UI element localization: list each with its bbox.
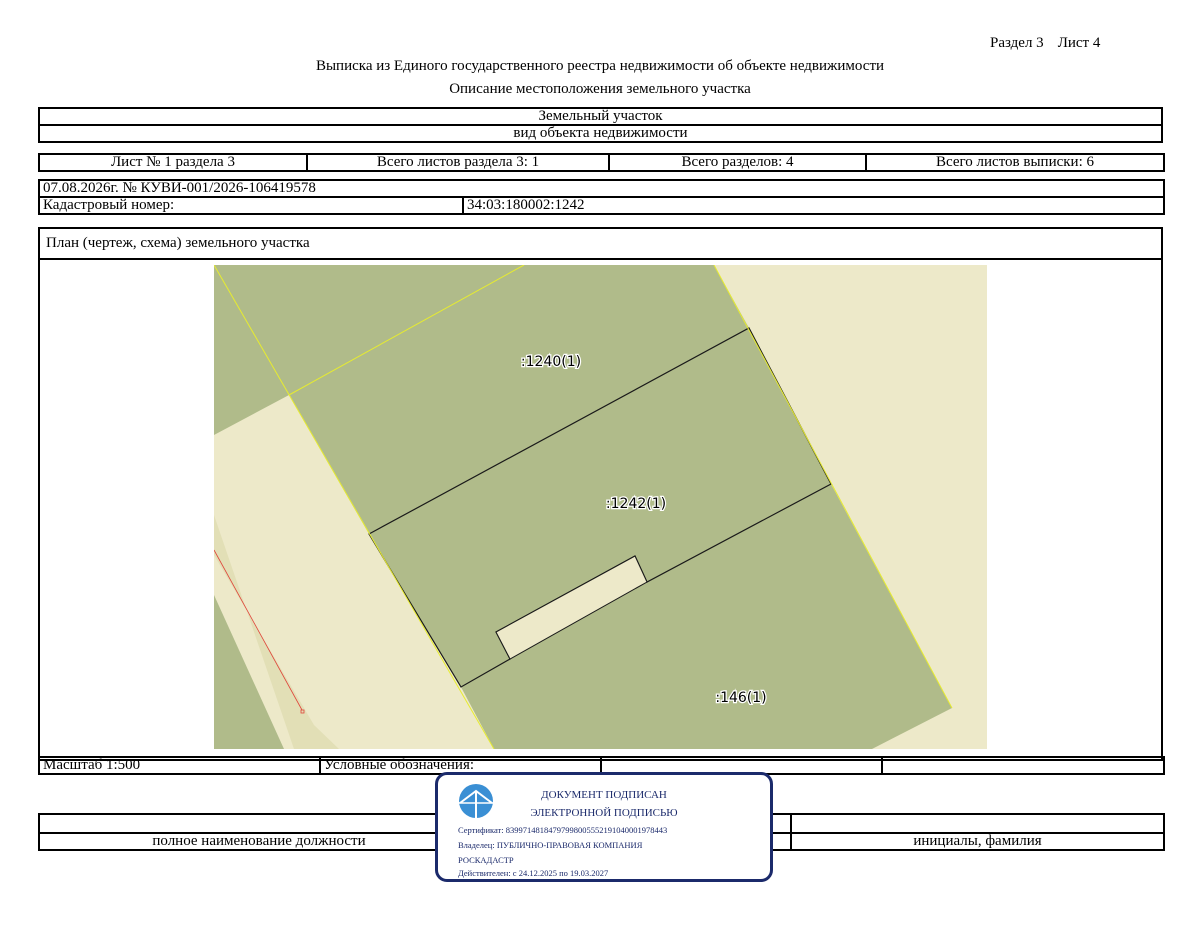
total-sheets-extract: Всего листов выписки: 6 [865,153,1165,172]
plan-heading: План (чертеж, схема) земельного участка [46,235,310,251]
cadastral-map: :1240(1) :1242(1) :146(1) [214,265,987,749]
plan-heading-row: План (чертеж, схема) земельного участка [40,229,1161,260]
document-date-number: 07.08.2026г. № КУВИ-001/2026-106419578 [38,179,1165,198]
object-type-table: Земельный участок вид объекта недвижимос… [38,107,1163,143]
document-info-table: 07.08.2026г. № КУВИ-001/2026-106419578 К… [38,179,1165,215]
stamp-valid: Действителен: с 24.12.2025 по 19.03.2027 [458,868,609,878]
object-type-label: вид объекта недвижимости [38,124,1163,143]
position-label: полное наименование должности [38,832,480,851]
sheet-number: Лист № 1 раздела 3 [38,153,308,172]
section-label: Раздел 3 [990,35,1044,51]
stamp-line-2: ЭЛЕКТРОННОЙ ПОДПИСЬЮ [530,807,678,819]
section-sheet-header: Раздел 3 Лист 4 [990,35,1100,52]
stamp-certificate: Сертификат: 8399714818479799800555219104… [458,825,668,835]
parcel-label-146: :146(1) [715,690,766,706]
total-sheets-section: Всего листов раздела 3: 1 [306,153,610,172]
document-subtitle: Описание местоположения земельного участ… [449,81,751,97]
signature-empty-1 [38,813,480,834]
stamp-owner-2: РОСКАДАСТР [458,855,514,865]
sheet-label: Лист 4 [1057,35,1101,51]
cadastral-number-label: Кадастровый номер: [38,196,464,215]
total-sections: Всего разделов: 4 [608,153,867,172]
scale-label: Масштаб 1:500 [38,756,321,775]
cadastral-number-value: 34:03:180002:1242 [462,196,1165,215]
parcel-label-1240: :1240(1) [521,354,581,370]
legend-cell-empty-2 [881,756,1165,775]
sheet-info-table: Лист № 1 раздела 3 Всего листов раздела … [38,153,1165,172]
name-label: инициалы, фамилия [790,832,1165,851]
document-title: Выписка из Единого государственного реес… [315,58,885,74]
object-type-value: Земельный участок [38,107,1163,126]
electronic-signature-stamp: ДОКУМЕНТ ПОДПИСАН ЭЛЕКТРОННОЙ ПОДПИСЬЮ С… [435,772,773,882]
stamp-owner: Владелец: ПУБЛИЧНО-ПРАВОВАЯ КОМПАНИЯ [458,840,643,850]
signature-empty-3 [790,813,1165,834]
stamp-line-1: ДОКУМЕНТ ПОДПИСАН [541,789,667,801]
parcel-label-1242: :1242(1) [606,496,666,512]
